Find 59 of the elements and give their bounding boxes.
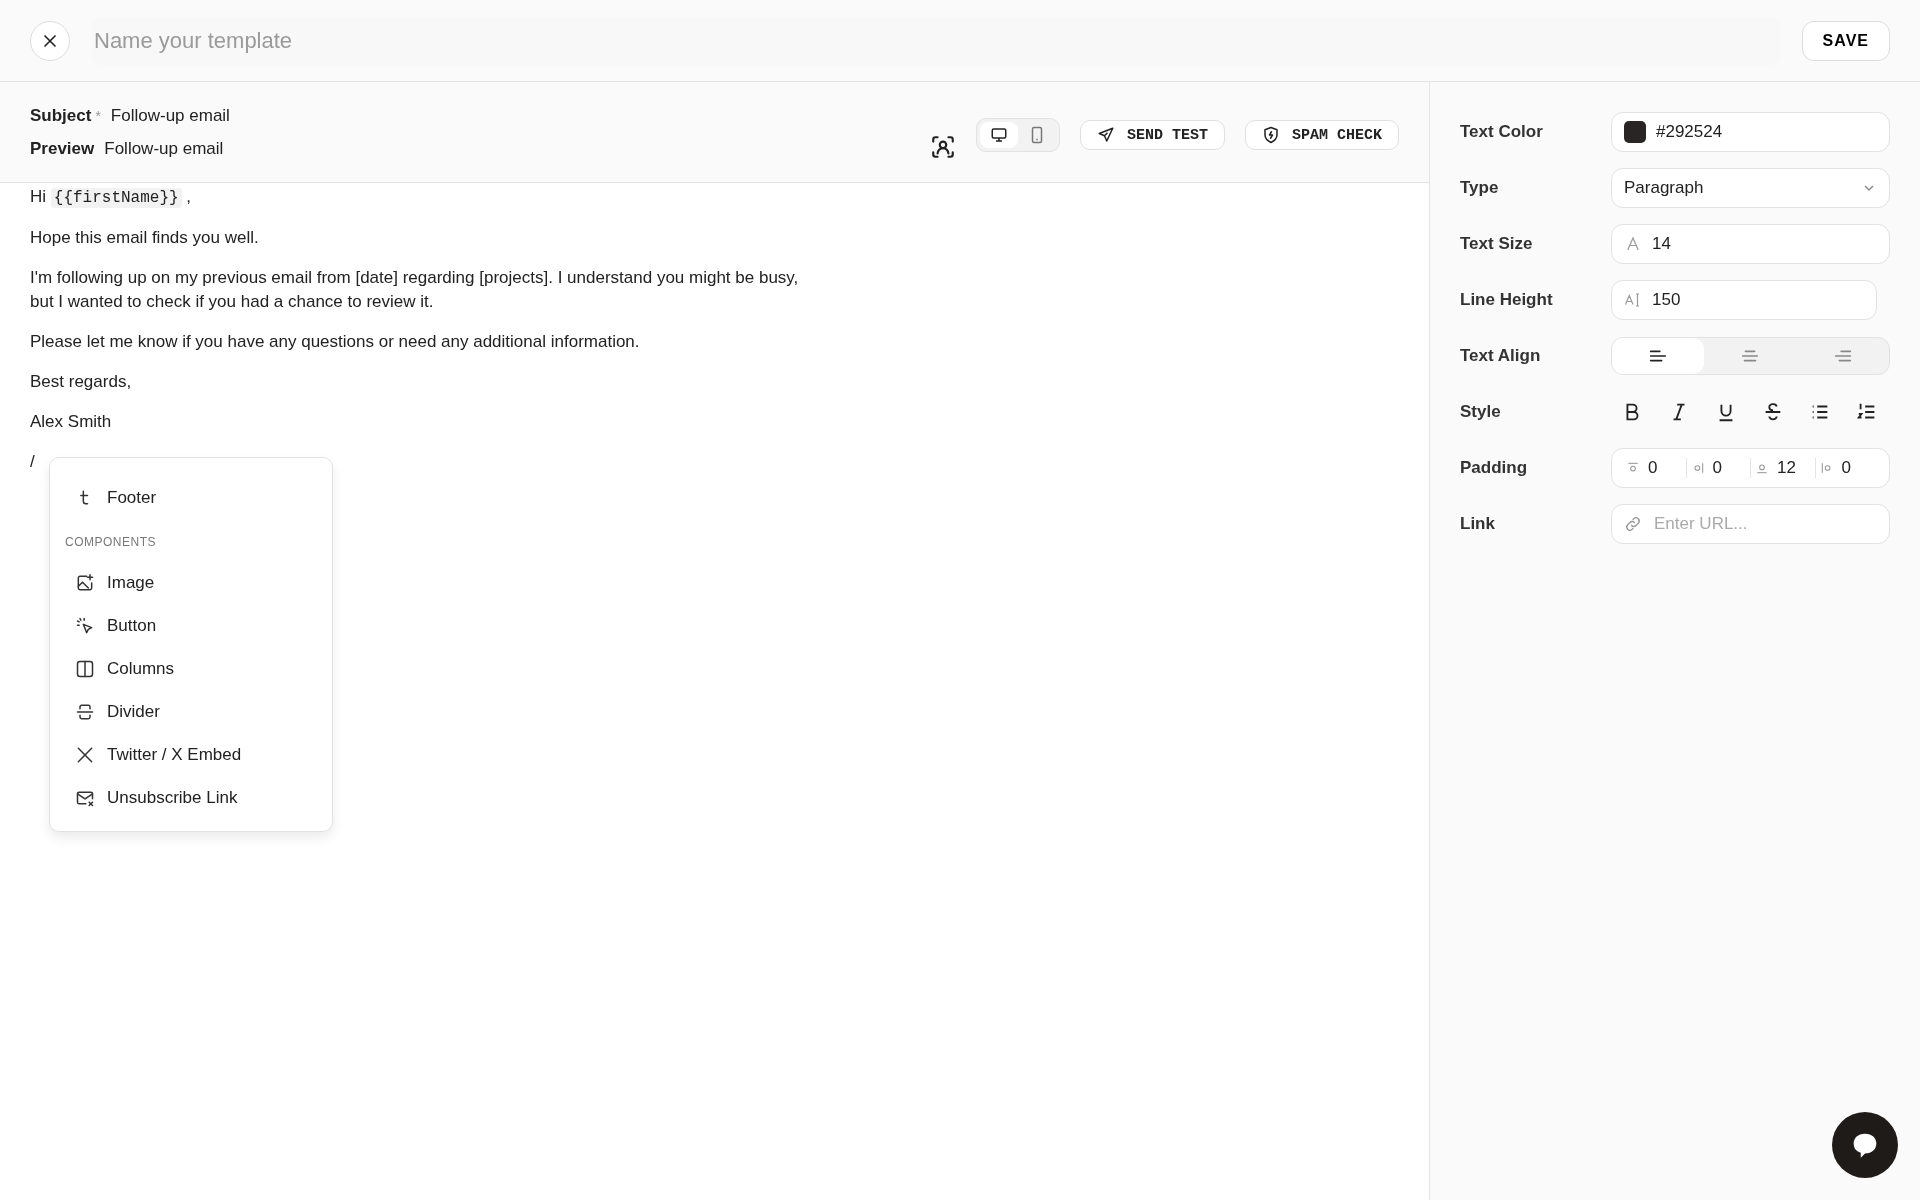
text-size-field[interactable]: 14 — [1611, 224, 1890, 264]
menu-item[interactable]: Columns — [50, 647, 332, 690]
button-icon — [75, 615, 95, 636]
paragraph: I'm following up on my previous email from [date] regarding [projects]. I understand you might be busy, but I wanted to check if you had a chance to review it. — [30, 267, 800, 313]
variable-token: {{firstName}} — [50, 188, 182, 208]
padding-value: 0 — [1841, 458, 1851, 478]
menu-item[interactable]: Footer — [50, 476, 332, 519]
paragraph: Best regards, — [30, 371, 133, 393]
spam-check-button[interactable]: SPAM CHECK — [1245, 120, 1399, 150]
type-select[interactable]: Paragraph — [1611, 168, 1890, 208]
preview-field[interactable]: Follow-up email — [104, 138, 224, 159]
paragraph: / — [30, 451, 36, 473]
padding-value: 0 — [1648, 458, 1658, 478]
shield-icon — [1262, 126, 1280, 144]
menu-item[interactable]: Image — [50, 561, 332, 604]
monitor-icon — [989, 126, 1008, 144]
link-icon — [1624, 515, 1642, 533]
property-label: Text Align — [1460, 346, 1542, 366]
section-heading: COMPONENTS — [64, 534, 157, 551]
paper-plane-icon — [1096, 126, 1115, 144]
save-button[interactable]: SAVE — [1801, 20, 1890, 61]
paragraph: Alex Smith — [30, 411, 113, 433]
image-icon — [75, 572, 95, 593]
url-input[interactable]: Enter URL... — [1652, 513, 1877, 535]
padding-bottom-icon — [1755, 461, 1769, 475]
menu-item[interactable]: Divider — [50, 690, 332, 733]
font-size-icon — [1624, 235, 1642, 253]
send-test-button[interactable]: SEND TEST — [1079, 120, 1225, 150]
template-name-input[interactable]: Name your template — [94, 25, 414, 56]
greeting-line: Hi {{firstName}} , — [30, 186, 193, 210]
color-swatch[interactable] — [1624, 121, 1646, 143]
line-height-icon — [1624, 291, 1642, 309]
paragraph: Hope this email finds you well. — [30, 227, 260, 249]
menu-item[interactable]: Button — [50, 604, 332, 647]
link-field[interactable]: Enter URL... — [1611, 504, 1890, 544]
menu-item[interactable]: Unsubscribe Link — [50, 776, 332, 819]
padding-value: 0 — [1712, 458, 1722, 478]
property-label: Padding — [1460, 458, 1529, 478]
property-label: Line Height — [1460, 290, 1554, 310]
property-label: Link — [1460, 514, 1496, 534]
text-color-field[interactable]: #292524 — [1611, 112, 1890, 152]
subject-label: Subject — [30, 105, 92, 126]
subject-field[interactable]: Follow-up email — [110, 105, 230, 126]
align-left-button[interactable] — [1612, 338, 1705, 374]
paragraph: Please let me know if you have any questions or need any additional information. — [30, 331, 641, 353]
line-height-field[interactable]: 150 — [1611, 280, 1877, 320]
property-label: Style — [1460, 402, 1502, 422]
columns-icon — [75, 658, 95, 679]
close-button[interactable] — [30, 20, 70, 61]
property-label: Text Size — [1460, 234, 1534, 254]
desktop-button[interactable] — [979, 122, 1018, 148]
required-mark: * — [95, 107, 101, 124]
menu-item[interactable]: Twitter / X Embed — [50, 733, 332, 776]
property-label: Text Color — [1460, 122, 1544, 142]
preview-label: Preview — [30, 138, 95, 159]
padding-value: 12 — [1777, 458, 1796, 478]
user-scan-icon[interactable] — [929, 134, 956, 160]
padding-field[interactable]: 0 0 12 0 — [1611, 448, 1890, 488]
property-label: Type — [1460, 178, 1500, 198]
